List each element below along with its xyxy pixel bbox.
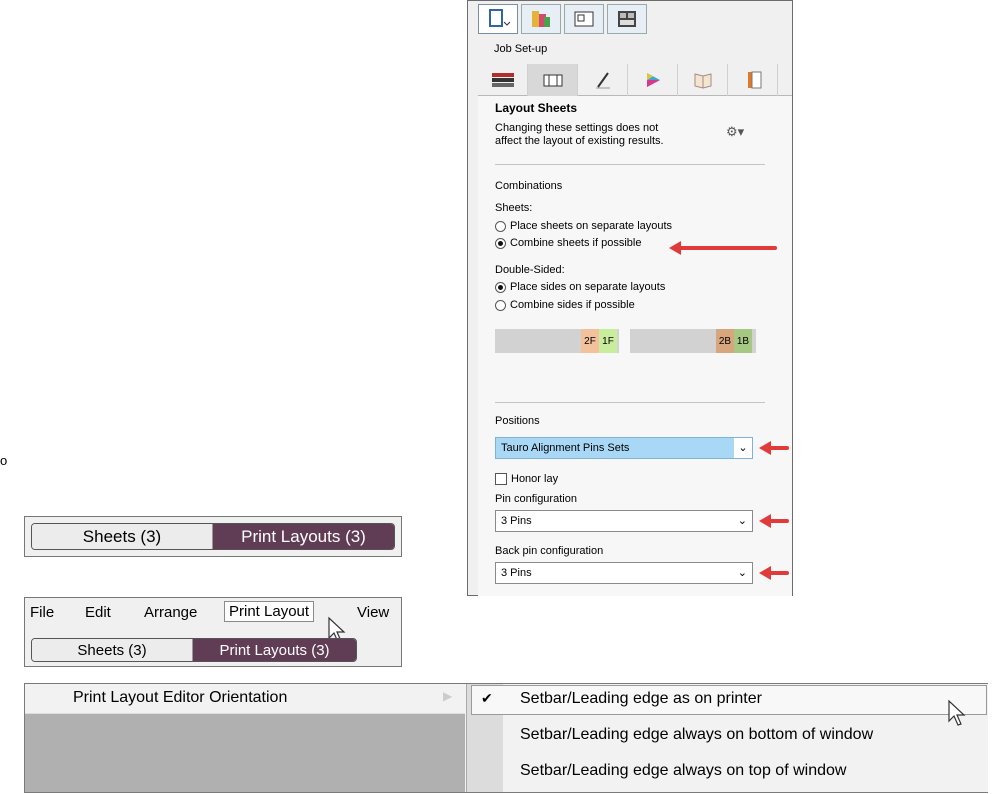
stray-character: o (0, 453, 8, 468)
tab-sheets-label: Sheets (3) (77, 641, 147, 659)
panel-toolbar (478, 4, 650, 34)
menu-item-orientation[interactable]: Print Layout Editor Orientation ▶ (25, 684, 465, 714)
divider (495, 164, 765, 165)
checkmark-icon: ✔ (481, 690, 493, 706)
gear-menu-icon[interactable]: ⚙▾ (726, 124, 744, 140)
description-line-2: affect the layout of existing results. (495, 135, 664, 147)
positions-value: Tauro Alignment Pins Sets (501, 442, 630, 454)
option-separate-sides: Place sides on separate layouts (510, 281, 666, 293)
chip-1f: 1F (599, 329, 617, 353)
menu-print-layout[interactable]: Print Layout (224, 601, 315, 622)
menu-arrange[interactable]: Arrange (144, 604, 197, 621)
section-title: Layout Sheets (495, 101, 578, 115)
divider (495, 402, 765, 403)
chip-2b: 2B (716, 329, 734, 353)
setup-tabs (478, 64, 792, 96)
tab-bar: Sheets (3) Print Layouts (3) (31, 523, 395, 550)
option-top-of-window[interactable]: Setbar/Leading edge always on top of win… (520, 762, 846, 780)
pin-config-value: 3 Pins (501, 515, 532, 527)
layout-sheets-content: Layout Sheets Changing these settings do… (478, 96, 792, 596)
honor-lay-label: Honor lay (511, 473, 559, 485)
parent-menu: Print Layout Editor Orientation ▶ (25, 684, 465, 792)
chevron-down-icon: ⌄ (737, 515, 747, 527)
honor-lay-checkbox[interactable] (495, 473, 507, 485)
back-pin-config-value: 3 Pins (501, 567, 532, 579)
color-palette-icon[interactable] (521, 4, 561, 34)
positions-label: Positions (495, 415, 540, 427)
description-line-1: Changing these settings does not (495, 122, 659, 134)
chevron-down-icon: ⌄ (737, 567, 747, 579)
tab-bar: Sheets (3) Print Layouts (3) (31, 638, 357, 662)
submenu-arrow-icon: ▶ (443, 689, 453, 703)
tab-sheets[interactable]: Sheets (3) (32, 524, 213, 549)
job-setup-label: Job Set-up (494, 43, 548, 55)
tab-print-layouts-label: Print Layouts (3) (219, 641, 330, 659)
option-separate-sheets: Place sheets on separate layouts (510, 220, 673, 232)
layout-grid-icon[interactable] (607, 4, 647, 34)
booklet-icon[interactable] (678, 64, 728, 96)
red-arrow-annotation (759, 514, 789, 528)
document-icon[interactable] (478, 4, 518, 34)
layout-sheets-tab-icon[interactable] (528, 64, 578, 96)
chevron-down-icon: ⌄ (734, 438, 752, 458)
job-setup-panel: Job Set-up Layout Sheets Changing these … (467, 0, 793, 596)
option-combine-sheets: Combine sheets if possible (510, 237, 642, 249)
radio-combine-sides[interactable] (495, 300, 506, 311)
menubar-window: File Edit Arrange Print Layout View Shee… (24, 597, 402, 667)
tab-sheets[interactable]: Sheets (3) (32, 639, 194, 661)
menu-view[interactable]: View (357, 604, 389, 621)
back-pin-config-label: Back pin configuration (495, 545, 604, 557)
tab-print-layouts-label: Print Layouts (3) (241, 526, 366, 546)
red-arrow-annotation (759, 441, 789, 455)
pin-config-label: Pin configuration (495, 493, 577, 505)
mouse-cursor-icon (948, 699, 966, 726)
double-sided-label: Double-Sided: (495, 264, 565, 276)
option-as-on-printer[interactable]: Setbar/Leading edge as on printer (520, 690, 762, 708)
frame-icon[interactable] (564, 4, 604, 34)
chip-2f: 2F (581, 329, 599, 353)
tab-print-layouts[interactable]: Print Layouts (3) (213, 524, 394, 549)
orientation-menu: Print Layout Editor Orientation ▶ ✔ Setb… (24, 683, 988, 793)
tab-print-layouts[interactable]: Print Layouts (3) (193, 639, 356, 661)
option-combine-sides: Combine sides if possible (510, 299, 635, 311)
pen-icon[interactable] (578, 64, 628, 96)
pin-config-dropdown[interactable]: 3 Pins ⌄ (495, 510, 753, 532)
combinations-heading: Combinations (495, 180, 563, 192)
tab-sheets-label: Sheets (3) (82, 526, 162, 546)
positions-dropdown[interactable]: Tauro Alignment Pins Sets ⌄ (495, 437, 753, 459)
back-pin-config-dropdown[interactable]: 3 Pins ⌄ (495, 562, 753, 584)
submenu: ✔ Setbar/Leading edge as on printer Setb… (466, 684, 988, 792)
color-triangle-icon[interactable] (628, 64, 678, 96)
page-icon[interactable] (728, 64, 778, 96)
radio-separate-sheets[interactable] (495, 221, 506, 232)
radio-separate-sides[interactable] (495, 282, 506, 293)
media-stack-icon[interactable] (478, 64, 528, 96)
menu-edit[interactable]: Edit (85, 604, 111, 621)
menu-item-orientation-label: Print Layout Editor Orientation (73, 689, 288, 706)
sheets-label: Sheets: (495, 202, 533, 214)
menu-file[interactable]: File (30, 604, 54, 621)
chip-1b: 1B (734, 329, 752, 353)
red-arrow-annotation (669, 241, 777, 255)
red-arrow-annotation (759, 566, 789, 580)
radio-combine-sheets[interactable] (495, 238, 506, 249)
option-bottom-of-window[interactable]: Setbar/Leading edge always on bottom of … (520, 726, 873, 744)
